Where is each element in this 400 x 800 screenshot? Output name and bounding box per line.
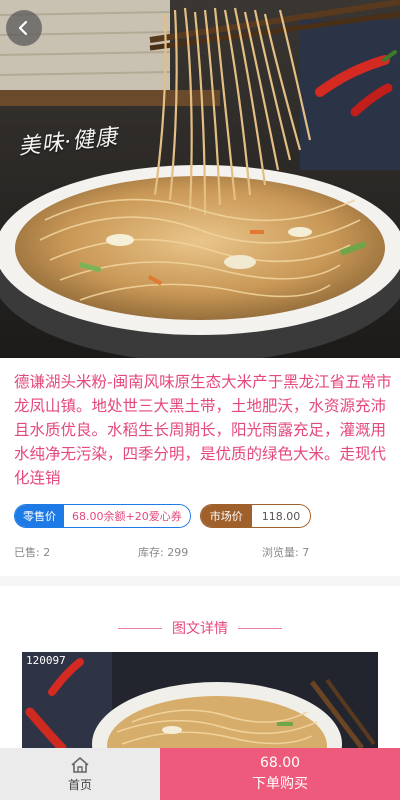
heading-line-right [238, 627, 282, 629]
buy-button-label: 下单购买 [252, 776, 308, 792]
retail-price-label: 零售价 [15, 505, 64, 527]
detail-noodles-photo [22, 652, 378, 748]
noodles-photo [0, 0, 400, 358]
market-price-value: 118.00 [251, 505, 311, 527]
back-button[interactable] [6, 10, 42, 46]
detail-image: 120097 [22, 652, 378, 748]
product-stats: 已售: 2 库存: 299 浏览量: 7 [14, 544, 386, 560]
heading-line-left [118, 627, 162, 629]
view-count: 浏览量: 7 [262, 546, 310, 559]
bottom-action-bar: 首页 68.00 下单购买 [0, 748, 400, 800]
home-button[interactable]: 首页 [0, 748, 160, 800]
price-row: 零售价 68.00余额+20爱心券 市场价 118.00 [14, 504, 312, 528]
detail-section-heading: 图文详情 [0, 618, 400, 638]
market-price-label: 市场价 [200, 505, 252, 527]
home-button-label: 首页 [67, 777, 92, 792]
home-icon [71, 756, 89, 773]
product-description: 德谦湖头米粉-闽南风味原生态大米产于黑龙江省五常市龙凤山镇。地处世三大黑土带，土… [14, 373, 392, 487]
buy-button[interactable]: 68.00 下单购买 [160, 748, 400, 800]
retail-price-value: 68.00余额+20爱心券 [64, 505, 190, 527]
chevron-left-icon [18, 20, 28, 36]
market-price-badge: 市场价 118.00 [199, 504, 312, 528]
section-divider [0, 576, 400, 586]
sold-count: 已售: 2 [14, 546, 51, 559]
retail-price-badge: 零售价 68.00余额+20爱心券 [14, 504, 191, 528]
detail-section-title: 图文详情 [172, 621, 228, 637]
product-detail-page: 美味·健康 德谦湖头米粉-闽南风味原生态大米产于黑龙江省五常市龙凤山镇。地处世三… [0, 0, 400, 800]
stock-count: 库存: 299 [138, 546, 189, 559]
detail-image-label: 120097 [26, 654, 66, 667]
buy-button-price: 68.00 [259, 755, 301, 771]
product-hero-image: 美味·健康 [0, 0, 400, 358]
